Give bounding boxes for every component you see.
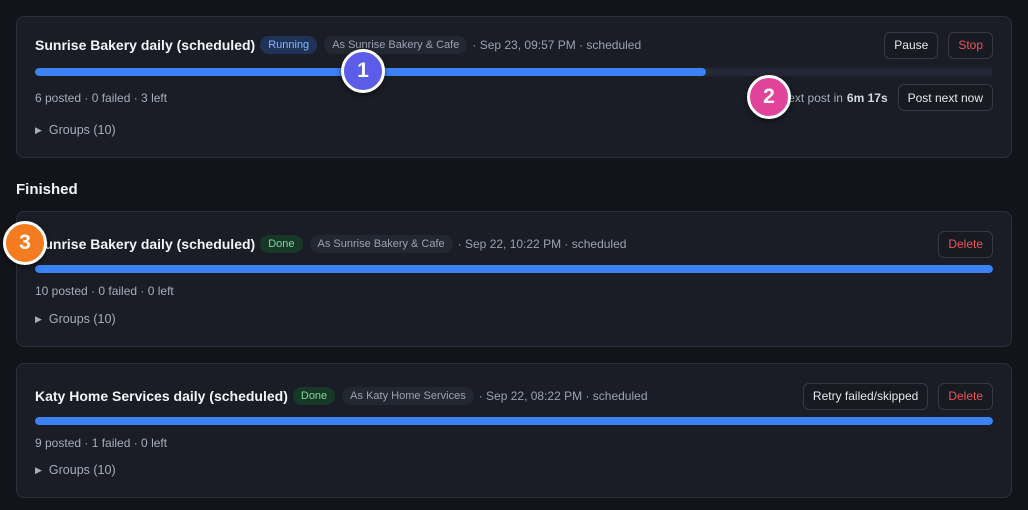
caret-right-icon: ▶	[35, 124, 42, 135]
progress-track	[35, 68, 993, 76]
finished-heading: Finished	[16, 181, 78, 198]
pause-button[interactable]: Pause	[884, 31, 939, 59]
annotation-marker-3: 3	[3, 221, 47, 265]
finished-job-card: Sunrise Bakery daily (scheduled) Done As…	[16, 211, 1012, 347]
job-header: Sunrise Bakery daily (scheduled) Running…	[35, 31, 993, 59]
account-chip: As Sunrise Bakery & Cafe	[324, 36, 468, 54]
job-header: Katy Home Services daily (scheduled) Don…	[35, 382, 993, 410]
annotation-marker-1: 1	[341, 49, 385, 93]
account-chip: As Sunrise Bakery & Cafe	[309, 235, 453, 253]
finished-job-card: Katy Home Services daily (scheduled) Don…	[16, 363, 1012, 498]
progress-fill	[35, 265, 993, 273]
groups-toggle[interactable]: ▶ Groups (10)	[35, 463, 116, 477]
progress-track	[35, 265, 993, 273]
progress-track	[35, 417, 993, 425]
next-post-area: Next post in 6m 17s Post next now	[780, 84, 993, 111]
next-post-countdown: 6m 17s	[846, 90, 888, 105]
status-badge: Running	[260, 36, 318, 54]
groups-toggle[interactable]: ▶ Groups (10)	[35, 312, 116, 326]
groups-label: Groups (10)	[48, 463, 116, 477]
delete-button[interactable]: Delete	[938, 382, 993, 410]
caret-right-icon: ▶	[35, 464, 42, 475]
annotation-marker-2: 2	[747, 75, 791, 119]
status-badge: Done	[292, 387, 336, 405]
job-stats: 10 posted · 0 failed · 0 left	[35, 284, 174, 298]
job-meta: · Sep 23, 09:57 PM · scheduled	[472, 38, 642, 52]
job-title: Sunrise Bakery daily (scheduled)	[35, 37, 256, 53]
retry-failed-button[interactable]: Retry failed/skipped	[802, 382, 929, 410]
account-chip: As Katy Home Services	[342, 387, 474, 405]
groups-toggle[interactable]: ▶ Groups (10)	[35, 123, 116, 137]
delete-button[interactable]: Delete	[938, 230, 993, 258]
job-stats: 9 posted · 1 failed · 0 left	[35, 436, 168, 450]
groups-label: Groups (10)	[48, 123, 116, 137]
job-title: Sunrise Bakery daily (scheduled)	[35, 236, 256, 252]
job-title: Katy Home Services daily (scheduled)	[35, 388, 288, 404]
caret-right-icon: ▶	[35, 313, 42, 324]
post-next-now-button[interactable]: Post next now	[897, 84, 993, 111]
progress-fill	[35, 417, 993, 425]
job-meta: · Sep 22, 10:22 PM · scheduled	[457, 237, 627, 251]
job-meta: · Sep 22, 08:22 PM · scheduled	[478, 389, 648, 403]
status-badge: Done	[260, 235, 303, 253]
job-stats: 6 posted · 0 failed · 3 left	[35, 91, 168, 105]
groups-label: Groups (10)	[48, 312, 116, 326]
running-job-card: Sunrise Bakery daily (scheduled) Running…	[16, 16, 1012, 158]
stop-button[interactable]: Stop	[948, 31, 993, 59]
job-header: Sunrise Bakery daily (scheduled) Done As…	[35, 230, 993, 258]
